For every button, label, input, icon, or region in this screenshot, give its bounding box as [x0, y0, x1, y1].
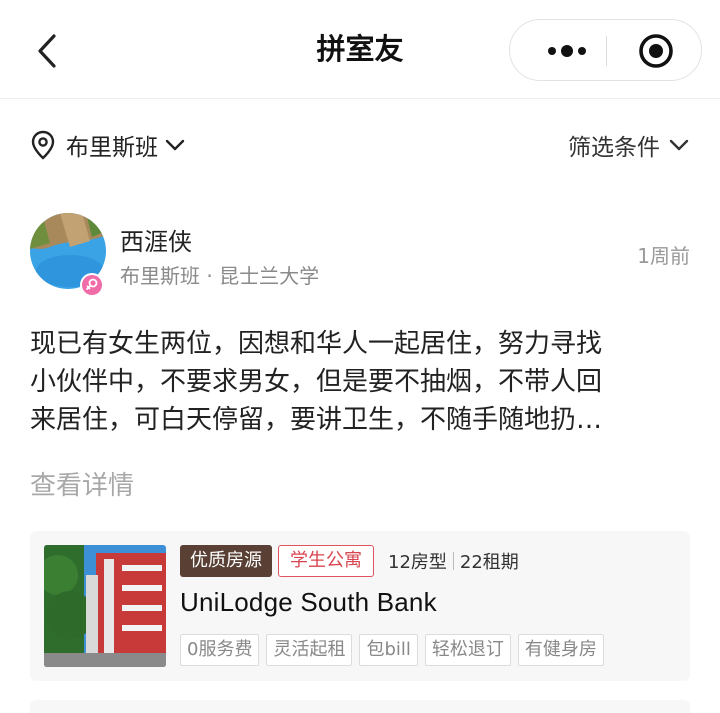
feature-tag: 有健身房 — [517, 634, 604, 666]
location-label: 布里斯班 — [66, 135, 158, 161]
feature-tag: 轻松退订 — [424, 634, 511, 666]
feature-tag: 0服务费 — [180, 634, 260, 666]
property-thumbnail — [44, 545, 166, 667]
feature-tags: 0服务费 灵活起租 包bill 轻松退订 有健身房 — [180, 634, 611, 666]
post-time: 1周前 — [637, 244, 690, 268]
student-apartment-tag: 学生公寓 — [278, 545, 374, 577]
feature-tag: 包bill — [359, 634, 418, 666]
user-location-school: 布里斯班 · 昆士兰大学 — [120, 264, 320, 288]
filter-conditions-button[interactable]: 筛选条件 — [568, 125, 690, 165]
lease-terms-count: 22租期 — [459, 552, 519, 573]
back-button[interactable] — [30, 30, 66, 72]
more-button[interactable] — [530, 20, 604, 82]
property-card[interactable]: 优质房源 学生公寓 12房型 22租期 UniLodge South Bank … — [30, 531, 690, 681]
post-body-line: 来居住，可白天停留，要讲卫生，不随手随地扔… — [30, 405, 603, 435]
meta-divider — [452, 552, 454, 570]
username[interactable]: 西涯侠 — [120, 222, 192, 257]
navbar: 拼室友 — [0, 0, 720, 99]
filter-label: 筛选条件 — [568, 135, 660, 161]
location-selector[interactable]: 布里斯班 — [30, 125, 186, 165]
map-pin-icon — [31, 130, 55, 160]
next-property-card[interactable] — [30, 700, 690, 713]
room-types-count: 12房型 — [388, 552, 447, 573]
miniapp-capsule — [509, 19, 702, 81]
more-dots-icon — [548, 45, 586, 57]
see-details-link[interactable]: 查看详情 — [30, 465, 134, 502]
chevron-down-icon — [165, 139, 185, 151]
miniapp-close-button[interactable] — [620, 20, 694, 82]
premium-listing-tag: 优质房源 — [180, 545, 272, 577]
capsule-divider — [606, 36, 607, 66]
property-name: UniLodge South Bank — [180, 587, 437, 617]
post-body-line: 现已有女生两位，因想和华人一起居住，努力寻找 — [30, 329, 603, 359]
post-body[interactable]: 现已有女生两位，因想和华人一起居住，努力寻找 小伙伴中，不要求男女，但是要不抽烟… — [30, 325, 695, 439]
miniapp-close-icon — [639, 34, 673, 68]
gender-badge — [80, 273, 104, 297]
chevron-down-icon — [669, 139, 689, 151]
feature-tag: 灵活起租 — [266, 634, 353, 666]
property-meta: 12房型 22租期 — [388, 545, 519, 577]
post-body-line: 小伙伴中，不要求男女，但是要不抽烟，不带人回 — [30, 367, 603, 397]
female-icon — [82, 275, 102, 295]
chevron-left-icon — [38, 34, 56, 68]
